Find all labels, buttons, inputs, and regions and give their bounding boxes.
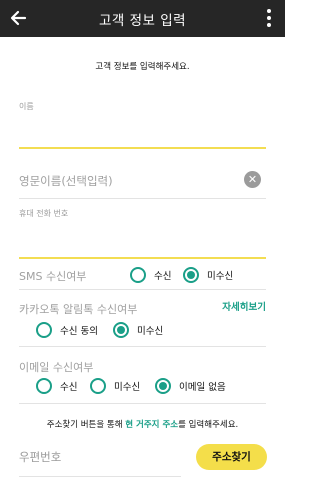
email-divider xyxy=(19,403,266,404)
sms-option-decline[interactable]: 미수신 xyxy=(183,267,233,283)
app-header: 고객 정보 입력 xyxy=(0,0,285,37)
intro-text: 고객 정보를 입력해주세요. xyxy=(95,62,190,72)
radio-unselected-icon xyxy=(90,378,106,394)
email-option-decline[interactable]: 미수신 xyxy=(90,378,140,394)
phone-label: 휴대 전화 번호 xyxy=(19,209,69,218)
more-vertical-icon[interactable] xyxy=(266,9,272,29)
kakao-label: 카카오톡 알림톡 수신여부 xyxy=(19,303,138,316)
kakao-option-decline[interactable]: 미수신 xyxy=(113,322,163,338)
email-option-none[interactable]: 이메일 없음 xyxy=(155,378,226,394)
name-label: 이름 xyxy=(19,102,34,111)
email-option-receive[interactable]: 수신 xyxy=(36,378,77,394)
phone-underline xyxy=(19,257,266,259)
name-field[interactable] xyxy=(19,112,266,146)
radio-unselected-icon xyxy=(36,322,52,338)
kakao-divider xyxy=(19,346,266,347)
name-underline xyxy=(19,147,266,149)
radio-selected-icon xyxy=(183,267,199,283)
radio-selected-icon xyxy=(155,378,171,394)
zipcode-underline xyxy=(19,476,181,477)
zipcode-field[interactable]: 우편번호 xyxy=(19,449,61,465)
address-search-button[interactable]: 주소찾기 xyxy=(196,444,267,470)
phone-field[interactable] xyxy=(19,220,266,254)
radio-unselected-icon xyxy=(130,267,146,283)
address-instruction: 주소찾기 버튼을 통해 현 거주지 주소를 입력해주세요. xyxy=(46,420,239,430)
sms-divider xyxy=(19,289,266,290)
email-label: 이메일 수신여부 xyxy=(19,361,94,374)
english-name-field[interactable]: 영문이름(선택입력) xyxy=(19,173,113,189)
radio-unselected-icon xyxy=(36,378,52,394)
radio-selected-icon xyxy=(113,322,129,338)
details-link[interactable]: 자세히보기 xyxy=(222,299,266,313)
page-title: 고객 정보 입력 xyxy=(98,13,187,29)
clear-icon[interactable]: ✕ xyxy=(244,171,261,188)
english-name-underline xyxy=(19,198,266,199)
sms-label: SMS 수신여부 xyxy=(19,270,87,283)
kakao-option-agree[interactable]: 수신 동의 xyxy=(36,322,98,338)
sms-option-receive[interactable]: 수신 xyxy=(130,267,171,283)
